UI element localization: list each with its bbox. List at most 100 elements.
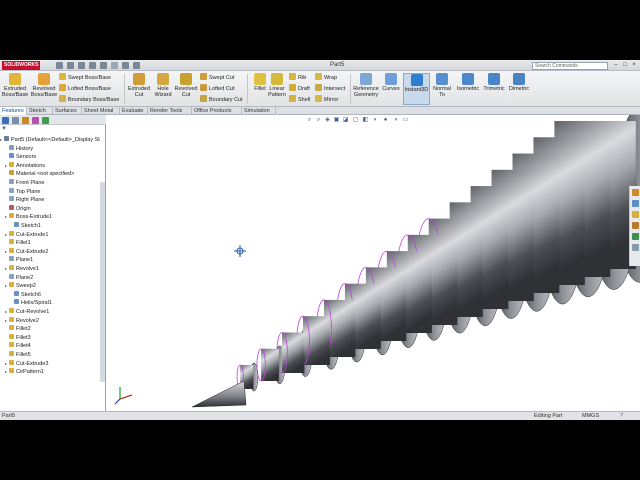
rebuild-icon[interactable]: [122, 62, 129, 69]
intersect-button[interactable]: Intersect: [315, 84, 345, 93]
new-document-icon[interactable]: [56, 62, 63, 69]
feature-tree-item[interactable]: ▸ Cut-Extrude2: [5, 247, 48, 256]
tab-surfaces[interactable]: Surfaces: [53, 107, 82, 115]
feature-tree-item[interactable]: Right Plane: [5, 196, 44, 204]
filter-icon[interactable]: ▼: [1, 126, 7, 132]
feature-tree-item[interactable]: ▸ CirPattern1: [5, 368, 44, 376]
linear-pattern-button[interactable]: Linear Pattern: [263, 73, 291, 105]
feature-tree-item[interactable]: Sensors: [5, 153, 36, 161]
feature-tree-item[interactable]: Fillet3: [5, 333, 31, 342]
maximize-button[interactable]: □: [621, 61, 629, 70]
tab-evaluate[interactable]: Evaluate: [120, 107, 148, 115]
feature-tree-item[interactable]: ▸ Boss-Extrude1: [5, 213, 52, 221]
feature-tree-item[interactable]: ▸ Revolve2: [5, 316, 39, 325]
options-icon[interactable]: [133, 62, 140, 69]
feature-tree-item[interactable]: Fillet1: [5, 239, 31, 247]
revolved-cut-label: Revolved Cut: [174, 86, 198, 98]
minimize-button[interactable]: –: [612, 61, 620, 70]
feature-tree-label: History: [16, 145, 34, 152]
feature-tree-item[interactable]: ▸ Cut-Revolve1: [5, 308, 49, 316]
feature-tree-item[interactable]: Material <not specified>: [5, 170, 74, 178]
configuration-manager-icon[interactable]: [22, 117, 29, 124]
design-library-icon[interactable]: [632, 200, 639, 207]
lofted-boss-base-label: Lofted Boss/Base: [68, 86, 112, 92]
dimxpert-icon[interactable]: [32, 117, 39, 124]
swept-boss-base-button[interactable]: Swept Boss/Base: [59, 73, 111, 82]
feature-tree-item[interactable]: Fillet2: [5, 325, 31, 333]
file-explorer-icon[interactable]: [632, 211, 639, 218]
feature-tree-item[interactable]: ▸ Cut-Extrude1: [5, 230, 48, 239]
resources-icon[interactable]: [632, 189, 639, 196]
revolved-boss-base-button[interactable]: Revolved Boss/Base: [30, 73, 58, 105]
tab-sketch[interactable]: Sketch: [27, 107, 53, 115]
print-icon[interactable]: [89, 62, 96, 69]
view-palette-icon[interactable]: [632, 222, 639, 229]
close-button[interactable]: ×: [630, 61, 638, 70]
tab-office-products[interactable]: Office Products: [192, 107, 242, 115]
custom-properties-icon[interactable]: [632, 244, 639, 251]
feature-icon: [9, 247, 14, 253]
feature-tree-item[interactable]: ▸ Annotations: [5, 161, 45, 170]
feature-icon: [9, 316, 14, 322]
appearances-icon[interactable]: [632, 233, 639, 240]
boundary-cut-button[interactable]: Boundary Cut: [200, 95, 243, 104]
reference-geometry-button[interactable]: Reference Geometry: [351, 73, 381, 105]
feature-tree-item[interactable]: Fillet5: [5, 351, 31, 359]
feature-tree-icon[interactable]: [2, 117, 9, 124]
feature-tree-item[interactable]: Helix/Spiral1: [10, 299, 52, 307]
mirror-button[interactable]: Mirror: [315, 95, 338, 104]
display-manager-icon[interactable]: [42, 117, 49, 124]
feature-tree-item[interactable]: ▸ Sweep2: [5, 282, 36, 290]
lofted-boss-base-button[interactable]: Lofted Boss/Base: [59, 84, 111, 93]
status-units[interactable]: MMGS: [582, 412, 599, 420]
feature-tree-item[interactable]: History: [5, 144, 34, 153]
lofted-cut-button[interactable]: Lofted Cut: [200, 84, 234, 93]
undo-icon[interactable]: [100, 62, 107, 69]
feature-tree-item[interactable]: ▸ Revolve1: [5, 265, 39, 273]
search-commands-input[interactable]: Search Commands: [532, 62, 608, 70]
feature-tree-item[interactable]: Fillet4: [5, 342, 31, 350]
tab-render-tools[interactable]: Render Tools: [148, 107, 192, 115]
solidworks-window: SOLIDWORKS Part5 Search Commands – □ × E…: [0, 60, 640, 420]
feature-tree-item[interactable]: Origin: [5, 204, 31, 213]
feature-tree-scrollbar[interactable]: [100, 182, 105, 382]
feature-tree-label: Boss-Extrude1: [16, 214, 53, 221]
feature-tree-item[interactable]: Plane2: [5, 273, 33, 282]
wrap-button[interactable]: Wrap: [315, 73, 337, 82]
graphics-area[interactable]: ⌕ ⌕ ◈ ▣ ◪ ▢ ◧ ◐ ● ◑ ▭: [106, 115, 640, 411]
screw-model[interactable]: [106, 115, 640, 411]
revolved-cut-button[interactable]: Revolved Cut: [172, 73, 200, 105]
status-document: Part5: [2, 413, 16, 419]
curves-button[interactable]: Curves: [380, 73, 402, 105]
feature-icon: [9, 333, 14, 339]
feature-tree-item[interactable]: ▸ Cut-Extrude3: [5, 359, 48, 368]
trimetric-button[interactable]: Trimetric: [481, 73, 507, 105]
tab-features[interactable]: Features: [0, 107, 27, 115]
extruded-boss-base-button[interactable]: Extruded Boss/Base: [1, 73, 29, 105]
feature-tree-label: Fillet4: [16, 343, 31, 350]
shell-button[interactable]: Shell: [289, 95, 310, 104]
normal-to-button[interactable]: Normal To: [430, 73, 454, 105]
tab-simulation[interactable]: Simulation: [242, 107, 276, 115]
draft-button[interactable]: Draft: [289, 84, 310, 93]
feature-tree-item[interactable]: Top Plane: [5, 187, 40, 196]
help-icon[interactable]: ?: [620, 412, 623, 420]
feature-tree-item[interactable]: Sketch1: [10, 222, 41, 230]
property-manager-icon[interactable]: [12, 117, 19, 124]
tab-sheet-metal[interactable]: Sheet Metal: [82, 107, 120, 115]
isometric-button[interactable]: Isometric: [455, 73, 481, 105]
feature-tree-item[interactable]: Front Plane: [5, 179, 44, 187]
dimetric-button[interactable]: Dimetric: [507, 73, 531, 105]
save-icon[interactable]: [78, 62, 85, 69]
swept-cut-button[interactable]: Swept Cut: [200, 73, 234, 82]
feature-icon: [4, 136, 9, 141]
dimetric-label: Dimetric: [508, 86, 530, 92]
boundary-boss-base-button[interactable]: Boundary Boss/Base: [59, 95, 119, 104]
feature-tree-item[interactable]: ▸ Part5 (Default<<Default>_Display St: [0, 136, 100, 144]
open-icon[interactable]: [67, 62, 74, 69]
rib-button[interactable]: Rib: [289, 73, 306, 82]
feature-tree-item[interactable]: Sketch6: [10, 290, 41, 299]
feature-tree-item[interactable]: Plane1: [5, 256, 33, 264]
instant3d-button[interactable]: Instant3D: [403, 73, 430, 105]
select-icon[interactable]: [111, 62, 118, 69]
